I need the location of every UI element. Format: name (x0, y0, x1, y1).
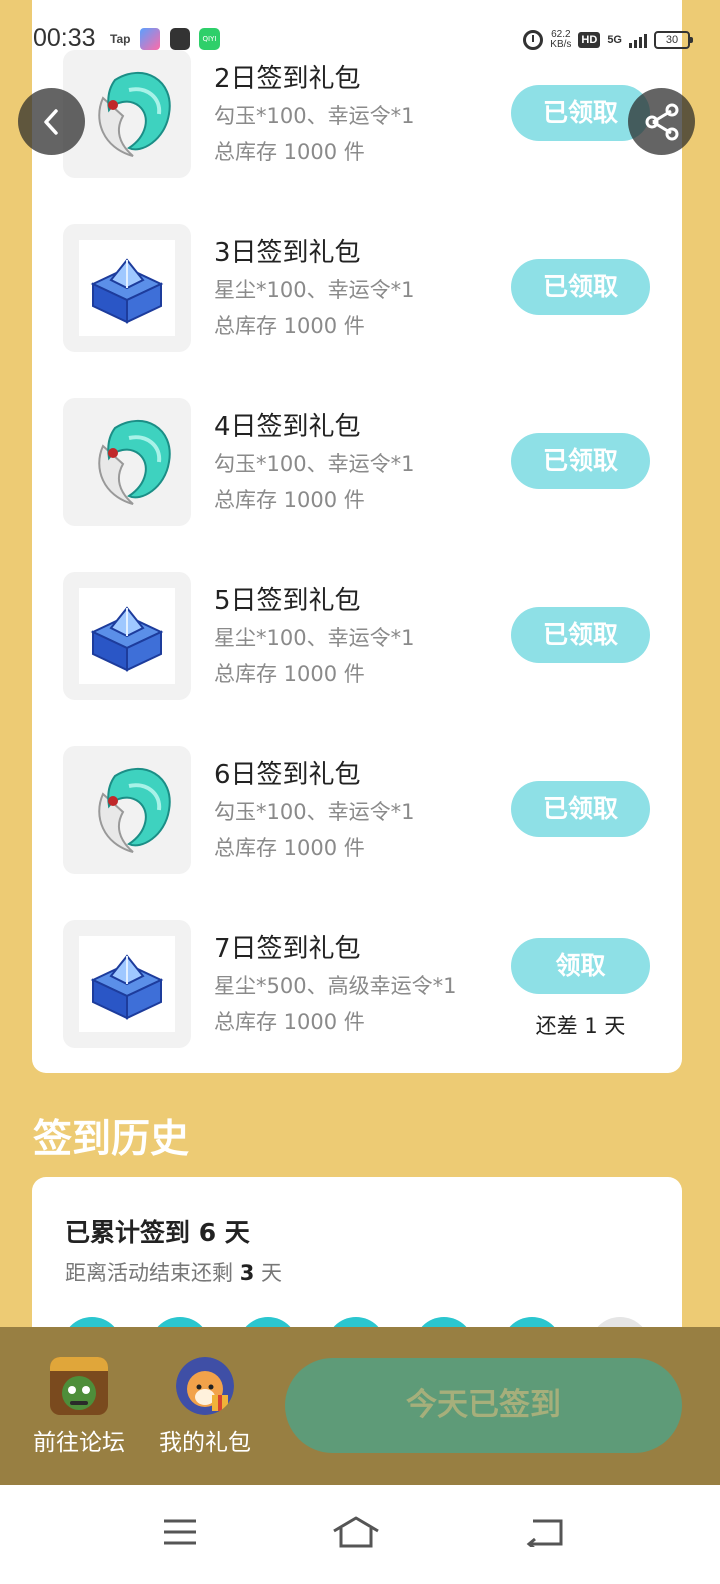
gift-description: 勾玉*100、幸运令*1 (214, 452, 415, 476)
forum-button[interactable]: 前往论坛 (24, 1357, 134, 1457)
status-bar: 00:33 Tap QIYI 62.2 KB/s HD 5G 30 (0, 22, 720, 56)
blue-crystal-chest-icon (90, 606, 164, 672)
gift-row: 7日签到礼包 星尘*500、高级幸运令*1 总库存 1000 件 领取 还差 1… (32, 920, 682, 1048)
share-icon (645, 103, 678, 140)
system-navigation-bar (0, 1485, 720, 1584)
claimed-button[interactable]: 已领取 (511, 607, 650, 663)
forum-label: 前往论坛 (33, 1430, 125, 1456)
jade-magatama-icon (98, 767, 171, 853)
back-nav-button[interactable] (514, 1507, 574, 1557)
gift-stock: 总库存 1000 件 (214, 1010, 365, 1034)
gift-title: 5日签到礼包 (214, 586, 361, 616)
signed-in-today-button[interactable]: 今天已签到 (285, 1358, 682, 1453)
total-signin-days: 已累计签到 6 天 (65, 1218, 250, 1247)
gift-row: 6日签到礼包 勾玉*100、幸运令*1 总库存 1000 件 已领取 (32, 746, 682, 874)
claimed-button[interactable]: 已领取 (511, 259, 650, 315)
gift-title: 7日签到礼包 (214, 934, 361, 964)
home-button[interactable] (326, 1507, 386, 1557)
days-remaining-note: 还差 1 天 (535, 1014, 626, 1038)
gift-description: 勾玉*100、幸运令*1 (214, 800, 415, 824)
gift-title: 2日签到礼包 (214, 64, 361, 94)
gift-row: 2日签到礼包 勾玉*100、幸运令*1 总库存 1000 件 已领取 (32, 50, 682, 178)
gift-row: 3日签到礼包 星尘*100、幸运令*1 总库存 1000 件 已领取 (32, 224, 682, 352)
blue-crystal-chest-icon (90, 258, 164, 324)
gift-row: 5日签到礼包 星尘*100、幸运令*1 总库存 1000 件 已领取 (32, 572, 682, 700)
gift-thumbnail (63, 224, 191, 352)
alarm-icon (523, 30, 544, 50)
claimed-button[interactable]: 已领取 (511, 781, 650, 837)
shiba-gift-avatar-icon (176, 1357, 234, 1415)
network-speed: 62.2 KB/s (550, 30, 571, 50)
gift-stock: 总库存 1000 件 (214, 836, 365, 860)
menu-button[interactable] (150, 1507, 210, 1557)
history-heading: 签到历史 (33, 1117, 190, 1162)
gift-thumbnail (63, 398, 191, 526)
claimed-button[interactable]: 已领取 (511, 433, 650, 489)
claim-button[interactable]: 领取 (511, 938, 650, 994)
share-button[interactable] (628, 88, 695, 155)
gift-title: 6日签到礼包 (214, 760, 361, 790)
gift-thumbnail (63, 572, 191, 700)
gift-stock: 总库存 1000 件 (214, 314, 365, 338)
gift-stock: 总库存 1000 件 (214, 140, 365, 164)
my-gifts-button[interactable]: 我的礼包 (150, 1357, 260, 1457)
blue-crystal-chest-icon (90, 954, 164, 1020)
chevron-left-icon (43, 108, 58, 135)
iqiyi-app-icon: QIYI (199, 28, 220, 50)
remaining-days-prefix: 距离活动结束还剩 (65, 1261, 233, 1285)
gift-thumbnail (63, 746, 191, 874)
menu-icon (164, 1519, 196, 1545)
gift-description: 星尘*500、高级幸运令*1 (214, 974, 457, 998)
remaining-days-count: 3 (239, 1261, 255, 1285)
network-type: 5G (607, 34, 622, 46)
bottom-action-bar: 前往论坛 我的礼包 今天已签到 (0, 1327, 720, 1485)
gift-stock: 总库存 1000 件 (214, 662, 365, 686)
remaining-days: 距离活动结束还剩 3 天 (65, 1257, 282, 1287)
forum-game-avatar-icon (50, 1357, 108, 1415)
tap-app-icon: Tap (110, 32, 131, 46)
message-app-icon (170, 28, 190, 50)
remaining-days-suffix: 天 (261, 1261, 282, 1285)
gift-description: 星尘*100、幸运令*1 (214, 278, 415, 302)
battery-icon: 30 (654, 31, 693, 49)
signal-icon (629, 32, 647, 48)
hd-icon: HD (578, 32, 601, 48)
gift-description: 星尘*100、幸运令*1 (214, 626, 415, 650)
gift-title: 4日签到礼包 (214, 412, 361, 442)
network-speed-unit: KB/s (550, 39, 572, 50)
gift-thumbnail (63, 920, 191, 1048)
jade-magatama-icon (98, 419, 171, 505)
notification-app-icon (140, 28, 160, 50)
return-icon (526, 1519, 563, 1547)
gift-list-card: 2日签到礼包 勾玉*100、幸运令*1 总库存 1000 件 已领取 3日签到礼… (32, 0, 682, 1073)
back-button[interactable] (18, 88, 85, 155)
gift-description: 勾玉*100、幸运令*1 (214, 104, 415, 128)
gift-title: 3日签到礼包 (214, 238, 361, 268)
gift-row: 4日签到礼包 勾玉*100、幸运令*1 总库存 1000 件 已领取 (32, 398, 682, 526)
gift-stock: 总库存 1000 件 (214, 488, 365, 512)
my-gifts-label: 我的礼包 (159, 1430, 251, 1456)
status-time: 00:33 (33, 24, 96, 52)
home-icon (333, 1516, 379, 1548)
